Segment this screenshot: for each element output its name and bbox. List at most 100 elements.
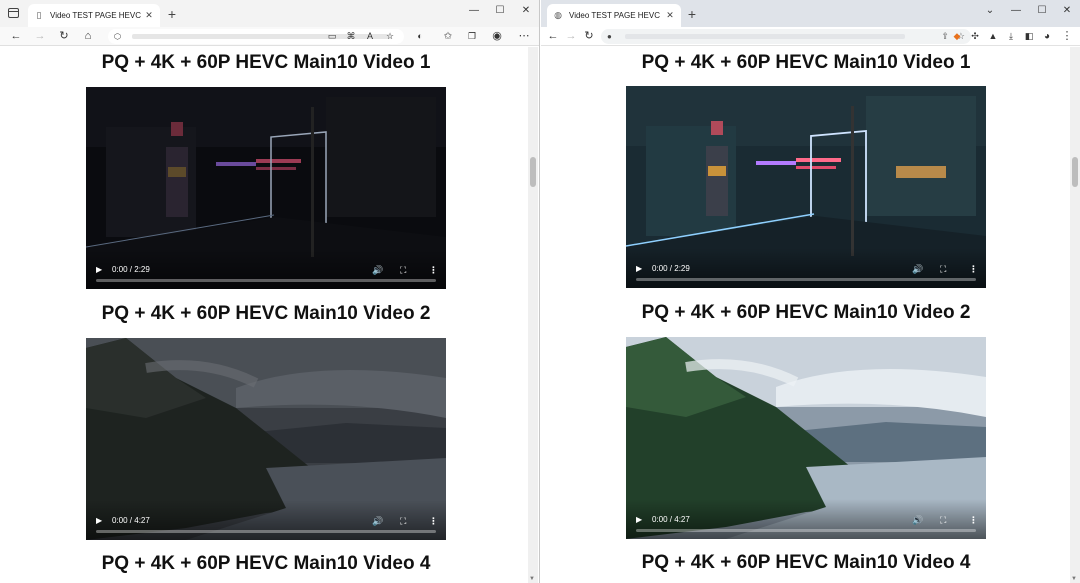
home-button[interactable]: ⌂ (80, 28, 96, 45)
fullscreen-icon[interactable]: ⛶ (940, 515, 946, 525)
volume-icon[interactable]: 🔊 (372, 265, 383, 275)
address-bar[interactable]: ● ⇪ ☆ (601, 29, 971, 44)
left-toolbar: ← → ↻ ⌂ ⬡ ▭ ⌘ A ☆ ◐ ✩ ❐ ◉ ⋯ (0, 27, 539, 46)
left-browser-window: ▯ Video TEST PAGE HEVC ✕ + — ☐ ✕ ← → ↻ ⌂… (0, 0, 540, 583)
volume-icon[interactable]: 🔊 (912, 515, 923, 525)
scrollbar-thumb[interactable] (1072, 157, 1078, 187)
video-1-player[interactable]: ▶ 0:00 / 2:29 🔊 ⛶ ⋮ (626, 86, 986, 288)
tab-title: Video TEST PAGE HEVC (569, 11, 661, 20)
fullscreen-icon[interactable]: ⛶ (400, 265, 406, 275)
video-2-time: 0:00 / 4:27 (652, 515, 690, 524)
left-scrollbar[interactable]: ▼ (528, 47, 538, 583)
video-1-player[interactable]: ▶ 0:00 / 2:29 🔊 ⛶ ⋮ (86, 87, 446, 289)
refresh-button[interactable]: ↻ (581, 28, 597, 45)
fullscreen-icon[interactable]: ⛶ (940, 264, 946, 274)
scroll-down-arrow-icon[interactable]: ▼ (529, 576, 535, 582)
left-tab-video-test-page[interactable]: ▯ Video TEST PAGE HEVC ✕ (28, 4, 160, 27)
extension-icon-2[interactable]: ▲ (985, 28, 1001, 45)
maximize-button[interactable]: ☐ (492, 5, 508, 16)
download-icon[interactable]: ⤓ (1003, 28, 1019, 45)
video-2-heading: PQ + 4K + 60P HEVC Main10 Video 2 (101, 303, 431, 324)
video-2-heading: PQ + 4K + 60P HEVC Main10 Video 2 (641, 302, 971, 323)
more-options-icon[interactable]: ⋮ (429, 516, 438, 526)
favorites-icon[interactable]: ✩ (440, 28, 456, 45)
video-1-progress-bar[interactable] (636, 278, 976, 281)
right-toolbar: ← → ↻ ● ⇪ ☆ ◆ ✣ ▲ ⤓ ◧ ◕ ⋮ (541, 27, 1080, 46)
collections-icon[interactable]: ❐ (464, 28, 480, 45)
share-icon[interactable]: ⇪ (941, 29, 949, 44)
maximize-button[interactable]: ☐ (1034, 5, 1050, 16)
back-button[interactable]: ← (545, 28, 561, 45)
lock-icon[interactable]: ● (607, 29, 612, 44)
right-tab-strip: ◍ Video TEST PAGE HEVC ✕ + ⌄ — ☐ ✕ (541, 0, 1080, 27)
more-options-icon[interactable]: ⋮ (969, 515, 978, 525)
globe-icon: ◍ (554, 10, 562, 20)
profile-avatar[interactable]: ◕ (1039, 28, 1055, 45)
extensions-puzzle-icon[interactable]: ✣ (967, 28, 983, 45)
video-1-heading: PQ + 4K + 60P HEVC Main10 Video 1 (101, 52, 431, 73)
minimize-button[interactable]: — (1008, 5, 1024, 16)
forward-button[interactable]: → (563, 28, 579, 45)
video-2-time: 0:00 / 4:27 (112, 516, 150, 525)
fullscreen-icon[interactable]: ⛶ (400, 516, 406, 526)
page-icon: ▯ (36, 10, 42, 20)
scrollbar-thumb[interactable] (530, 157, 536, 187)
read-aloud-icon[interactable]: A (362, 28, 378, 45)
scroll-down-arrow-icon[interactable]: ▼ (1071, 576, 1077, 582)
minimize-button[interactable]: — (466, 5, 482, 16)
browser-essentials-icon[interactable]: ◐ (412, 28, 428, 45)
video-2-controls: ▶ 0:00 / 4:27 🔊 ⛶ ⋮ (86, 500, 446, 540)
play-icon[interactable]: ▶ (636, 264, 642, 274)
tab-actions-icon[interactable] (8, 8, 19, 18)
lock-icon[interactable]: ⬡ (114, 29, 121, 44)
profile-avatar[interactable]: ◉ (489, 28, 505, 45)
new-tab-button[interactable]: + (684, 6, 700, 22)
video-4-heading: PQ + 4K + 60P HEVC Main10 Video 4 (641, 552, 971, 573)
apps-icon[interactable]: ⌘ (343, 28, 359, 45)
favorite-star-icon[interactable]: ☆ (382, 28, 398, 45)
right-scrollbar[interactable]: ▼ (1070, 47, 1080, 583)
video-1-time: 0:00 / 2:29 (112, 265, 150, 274)
video-1-progress-bar[interactable] (96, 279, 436, 282)
video-2-progress-bar[interactable] (96, 530, 436, 533)
video-2-player[interactable]: ▶ 0:00 / 4:27 🔊 ⛶ ⋮ (626, 337, 986, 539)
extension-icon-1[interactable]: ◆ (949, 28, 965, 45)
volume-icon[interactable]: 🔊 (912, 264, 923, 274)
close-window-button[interactable]: ✕ (1059, 5, 1075, 16)
settings-more-button[interactable]: ⋯ (516, 28, 532, 45)
video-1-heading: PQ + 4K + 60P HEVC Main10 Video 1 (641, 52, 971, 73)
video-2-player[interactable]: ▶ 0:00 / 4:27 🔊 ⛶ ⋮ (86, 338, 446, 540)
play-icon[interactable]: ▶ (636, 515, 642, 525)
more-options-icon[interactable]: ⋮ (969, 264, 978, 274)
refresh-button[interactable]: ↻ (56, 28, 72, 45)
more-options-icon[interactable]: ⋮ (429, 265, 438, 275)
forward-button[interactable]: → (32, 28, 48, 45)
play-icon[interactable]: ▶ (96, 265, 102, 275)
play-icon[interactable]: ▶ (96, 516, 102, 526)
tab-close-icon[interactable]: ✕ (144, 10, 154, 21)
tab-close-icon[interactable]: ✕ (665, 10, 675, 21)
close-window-button[interactable]: ✕ (518, 5, 534, 16)
settings-more-button[interactable]: ⋮ (1059, 28, 1075, 45)
video-4-heading: PQ + 4K + 60P HEVC Main10 Video 4 (101, 553, 431, 574)
right-browser-window: ◍ Video TEST PAGE HEVC ✕ + ⌄ — ☐ ✕ ← → ↻… (541, 0, 1080, 583)
media-icon[interactable]: ▭ (324, 28, 340, 45)
tab-title: Video TEST PAGE HEVC (50, 11, 142, 20)
right-tab-video-test-page[interactable]: ◍ Video TEST PAGE HEVC ✕ (547, 4, 681, 27)
url-blurred (625, 34, 905, 39)
split-screen: ▯ Video TEST PAGE HEVC ✕ + — ☐ ✕ ← → ↻ ⌂… (0, 0, 1080, 583)
video-1-controls: ▶ 0:00 / 2:29 🔊 ⛶ ⋮ (626, 248, 986, 288)
left-page-content: PQ + 4K + 60P HEVC Main10 Video 1 ▶ 0:00… (0, 47, 539, 583)
tab-search-dropdown-icon[interactable]: ⌄ (982, 5, 998, 16)
left-tab-strip: ▯ Video TEST PAGE HEVC ✕ + — ☐ ✕ (0, 0, 539, 27)
back-button[interactable]: ← (8, 28, 24, 45)
volume-icon[interactable]: 🔊 (372, 516, 383, 526)
new-tab-button[interactable]: + (164, 6, 180, 22)
video-2-progress-bar[interactable] (636, 529, 976, 532)
right-page-content: PQ + 4K + 60P HEVC Main10 Video 1 ▶ 0:00… (541, 47, 1080, 583)
video-2-controls: ▶ 0:00 / 4:27 🔊 ⛶ ⋮ (626, 499, 986, 539)
address-bar[interactable]: ⬡ (108, 29, 404, 44)
video-1-controls: ▶ 0:00 / 2:29 🔊 ⛶ ⋮ (86, 249, 446, 289)
video-1-time: 0:00 / 2:29 (652, 264, 690, 273)
side-panel-icon[interactable]: ◧ (1021, 28, 1037, 45)
